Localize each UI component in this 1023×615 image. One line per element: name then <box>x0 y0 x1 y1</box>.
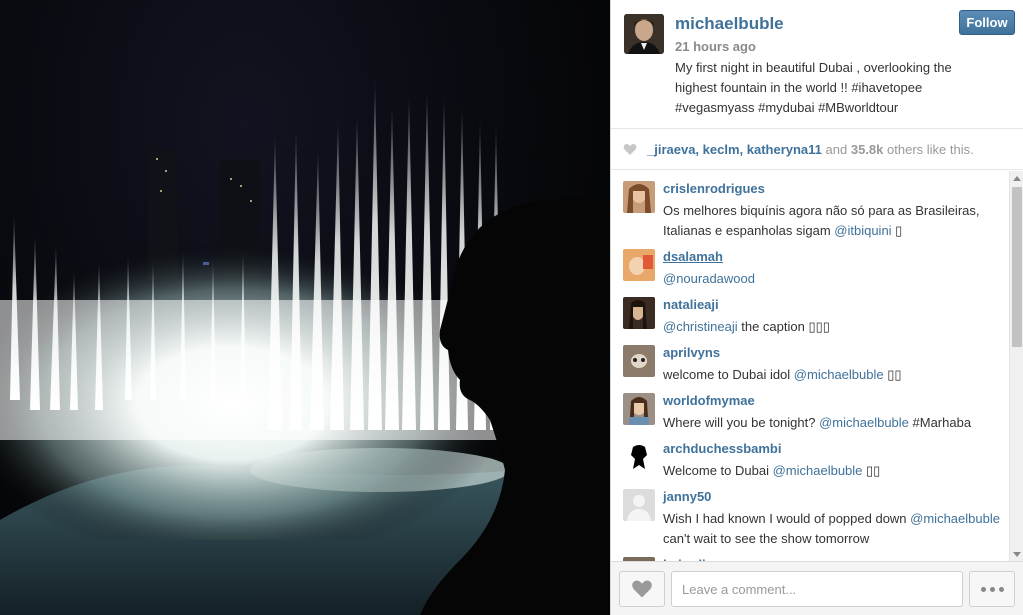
comment-text: Welcome to Dubai @michaelbuble ▯▯ <box>663 461 1003 481</box>
fountain-night-photo <box>0 80 610 615</box>
comment-text-segment: ▯ <box>891 223 903 238</box>
mention-link[interactable]: @michaelbuble <box>819 415 909 430</box>
commenter-avatar[interactable] <box>623 345 655 377</box>
ellipsis-icon <box>980 586 986 592</box>
scroll-thumb[interactable] <box>1012 187 1022 347</box>
post-caption: My first night in beautiful Dubai , over… <box>675 60 952 115</box>
comment-text: welcome to Dubai idol @michaelbuble ▯▯ <box>663 365 1003 385</box>
comment-text-segment: the caption ▯▯▯ <box>737 319 830 334</box>
heart-icon <box>623 143 637 155</box>
ellipsis-icon <box>998 586 1004 592</box>
default-avatar-icon[interactable] <box>623 489 655 521</box>
commenter-avatar[interactable] <box>623 297 655 329</box>
comment-username[interactable]: aprilvyns <box>663 345 720 360</box>
comments-list: crislenrodrigues Os melhores biquínis ag… <box>611 171 1009 561</box>
more-options-button[interactable] <box>969 571 1015 607</box>
comment-footer <box>611 561 1023 615</box>
commenter-avatar[interactable] <box>623 393 655 425</box>
mention-link[interactable]: @michaelbuble <box>794 367 884 382</box>
comment-username[interactable]: dsalamah <box>663 249 723 264</box>
mention-link[interactable]: @nouradawood <box>663 271 755 286</box>
mention-link[interactable]: @christineaji <box>663 319 738 334</box>
comment-username[interactable]: janny50 <box>663 489 711 504</box>
comment-text: Wish I had known I would of popped down … <box>663 509 1003 549</box>
commenter-avatar[interactable] <box>623 441 655 473</box>
comment-username[interactable]: archduchessbambi <box>663 441 782 456</box>
comment-text-segment: Where will you be tonight? <box>663 415 820 430</box>
commenter-avatar[interactable] <box>623 249 655 281</box>
mention-link[interactable]: @michaelbuble <box>773 463 863 478</box>
comment-text-segment: ▯▯ <box>883 367 902 382</box>
comment-input[interactable] <box>671 571 963 607</box>
post-sidebar: michaelbuble 21 hours ago My first night… <box>610 0 1023 615</box>
follow-button[interactable]: Follow <box>959 10 1015 35</box>
owner-username[interactable]: michaelbuble <box>675 14 784 34</box>
owner-avatar[interactable] <box>624 14 664 54</box>
likes-count[interactable]: 35.8k <box>851 142 884 157</box>
ellipsis-icon <box>989 586 995 592</box>
like-button[interactable] <box>619 571 665 607</box>
likers-list[interactable]: _jiraeva, keclm, katheryna11 <box>647 142 822 157</box>
comment-text: Os melhores biquínis agora não só para a… <box>663 201 1003 241</box>
comment-username[interactable]: worldofmymae <box>663 393 755 408</box>
comment-text: Where will you be tonight? @michaelbuble… <box>663 413 1003 433</box>
likes-suffix: others like this. <box>887 141 974 157</box>
comment-text-segment: Os melhores biquínis agora não só para a… <box>663 203 980 238</box>
comment-text: @nouradawood <box>663 269 1003 289</box>
comment-text-segment: #Marhaba <box>908 415 972 430</box>
mention-link[interactable]: @michaelbuble <box>910 511 1000 526</box>
scroll-up-arrow-icon[interactable] <box>1010 171 1023 185</box>
scroll-down-arrow-icon[interactable] <box>1010 547 1023 561</box>
likes-summary: _jiraeva, keclm, katheryna11 and 35.8k o… <box>611 128 1023 170</box>
comment-username[interactable]: natalieaji <box>663 297 719 312</box>
post-header: michaelbuble 21 hours ago My first night… <box>611 0 1023 128</box>
comment-text-segment: welcome to Dubai idol <box>663 367 794 382</box>
comment-text-segment: Welcome to Dubai <box>663 463 773 478</box>
commenter-avatar[interactable] <box>623 181 655 213</box>
comment-text-segment: Wish I had known I would of popped down <box>663 511 911 526</box>
post-timestamp[interactable]: 21 hours ago <box>675 39 756 54</box>
comment-text: @christineaji the caption ▯▯▯ <box>663 317 1003 337</box>
comment-username[interactable]: crislenrodrigues <box>663 181 765 196</box>
comment-text-segment: can't wait to see the show tomorrow <box>663 531 870 546</box>
heart-icon <box>632 580 652 598</box>
likes-and: and <box>825 141 848 157</box>
comments-scrollbar[interactable] <box>1009 171 1023 561</box>
mention-link[interactable]: @itbiquini <box>834 223 891 238</box>
comment-text-segment: ▯▯ <box>862 463 881 478</box>
post-photo <box>0 0 610 615</box>
